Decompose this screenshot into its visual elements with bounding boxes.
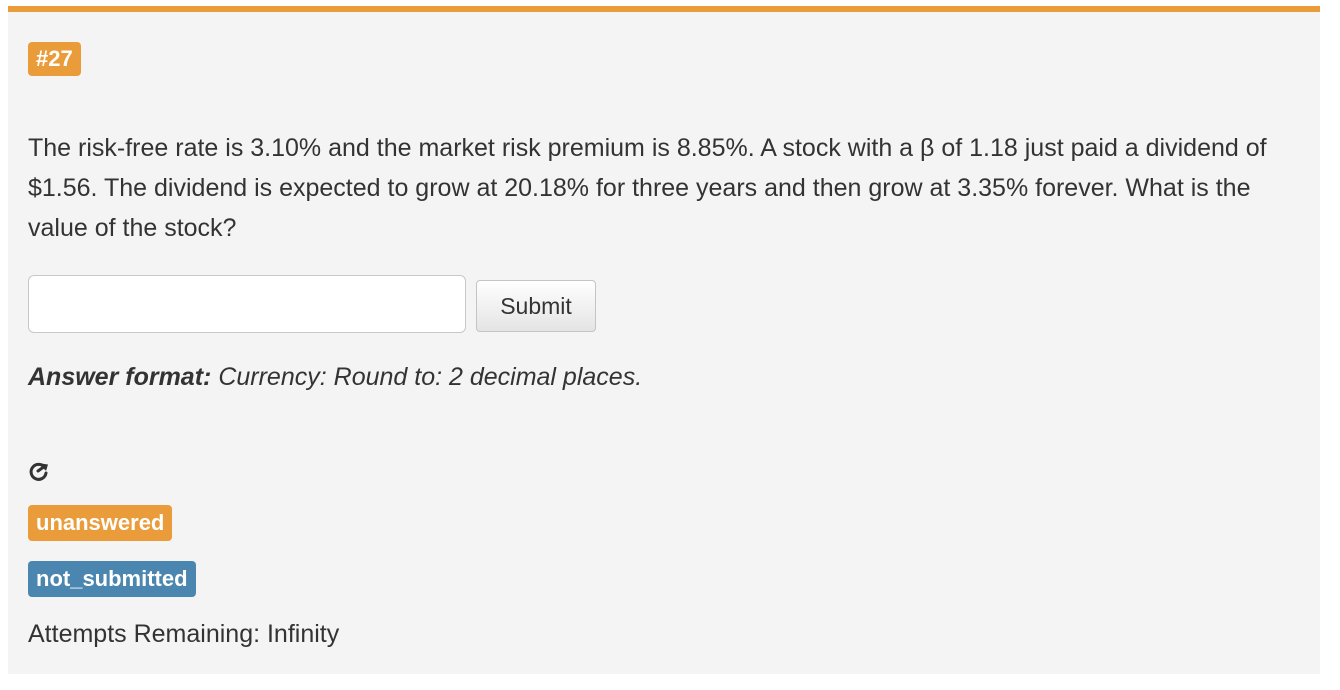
answer-format-label: Answer format: bbox=[28, 363, 212, 391]
answer-input[interactable] bbox=[28, 275, 466, 333]
answer-format: Answer format: Currency: Round to: 2 dec… bbox=[28, 357, 642, 397]
question-number-badge: #27 bbox=[28, 42, 81, 76]
share-icon[interactable] bbox=[28, 460, 50, 482]
submit-button[interactable]: Submit bbox=[476, 280, 596, 332]
question-text: The risk-free rate is 3.10% and the mark… bbox=[28, 134, 1267, 242]
answer-format-text: Currency: Round to: 2 decimal places. bbox=[218, 363, 643, 391]
question-card: #27 The risk-free rate is 3.10% and the … bbox=[8, 6, 1320, 674]
answer-status-badge: unanswered bbox=[28, 505, 173, 541]
submission-status-badge: not_submitted bbox=[28, 561, 196, 597]
attempts-remaining: Attempts Remaining: Infinity bbox=[28, 620, 340, 648]
